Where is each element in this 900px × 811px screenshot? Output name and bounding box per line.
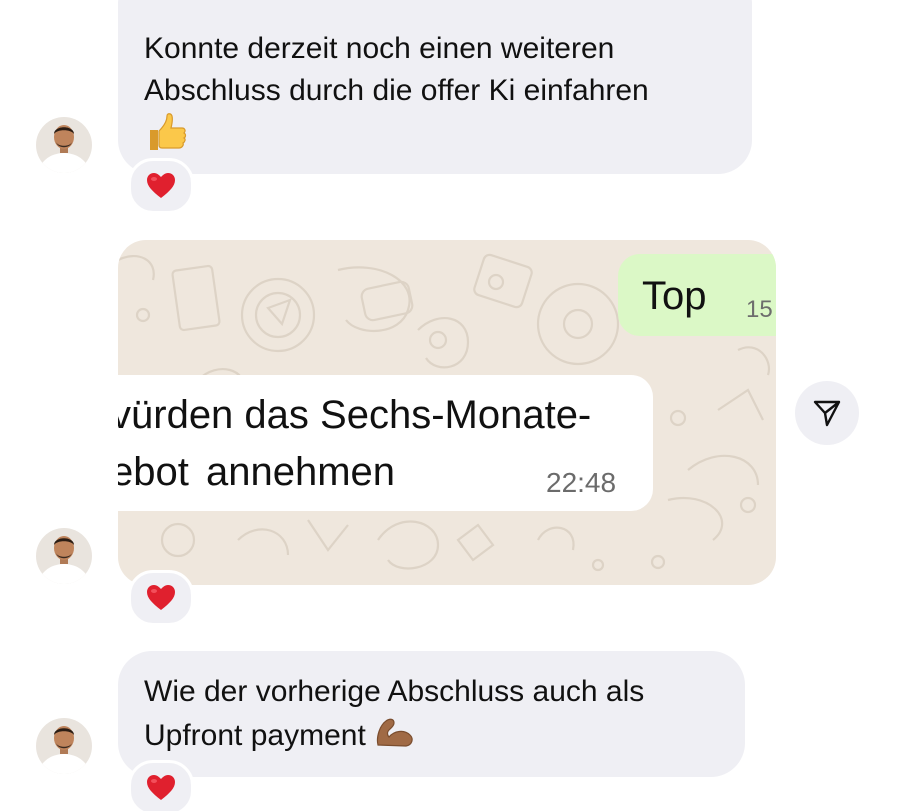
sent-message-bubble: Top 15 [618, 254, 776, 336]
flexed-biceps-icon [374, 713, 416, 761]
sent-message-text: Top [642, 274, 707, 318]
message-text-line: Konnte derzeit noch einen weiteren [144, 32, 615, 65]
message-bubble[interactable]: Wie der vorherige Abschluss auch als Upf… [118, 651, 745, 777]
avatar[interactable] [36, 718, 92, 774]
reaction-badge[interactable] [128, 570, 194, 626]
received-message-time: 22:48 [546, 467, 617, 498]
avatar[interactable] [36, 528, 92, 584]
heart-icon [147, 775, 175, 800]
share-button[interactable] [795, 381, 859, 445]
received-message-line: ebot annehmen [118, 450, 396, 494]
received-message-line: vürden das Sechs-Monate- [118, 393, 592, 437]
received-message-bubble: vürden das Sechs-Monate- ebot annehmen 2… [118, 375, 653, 511]
paper-plane-icon [813, 400, 841, 427]
shared-screenshot[interactable]: Top 15 vürden das Sechs-Monate- ebot ann… [118, 240, 776, 585]
reaction-badge[interactable] [128, 760, 194, 811]
chat-thread: Konnte derzeit noch einen weiteren Absch… [0, 0, 900, 811]
message-bubble[interactable]: Konnte derzeit noch einen weiteren Absch… [118, 0, 752, 174]
message-text-line: Abschluss durch die offer Ki einfahren [144, 74, 649, 107]
heart-icon [147, 173, 175, 198]
message-text-line: Upfront payment [144, 718, 366, 752]
heart-icon [147, 585, 175, 610]
avatar[interactable] [36, 117, 92, 173]
message-text-line: Wie der vorherige Abschluss auch als [144, 675, 645, 708]
sent-message-time: 15 [746, 296, 773, 323]
reaction-badge[interactable] [128, 158, 194, 214]
